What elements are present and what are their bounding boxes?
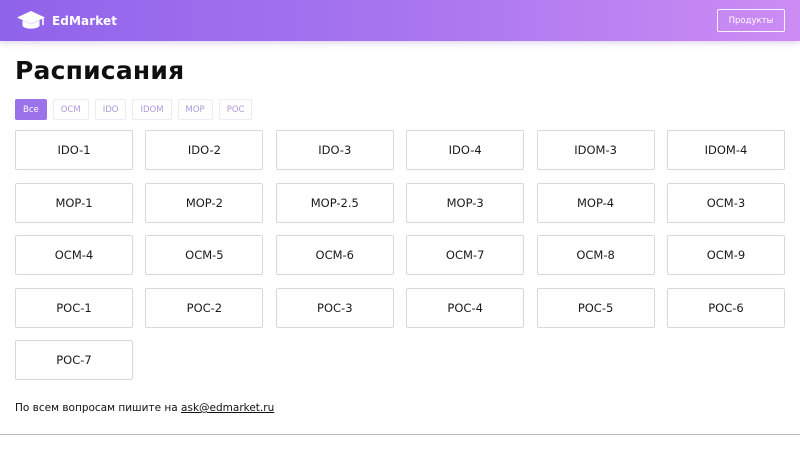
page-title: Расписания xyxy=(15,56,185,85)
schedule-card[interactable]: OCM-5 xyxy=(145,235,264,275)
schedule-card[interactable]: OCM-8 xyxy=(536,235,655,275)
schedule-card[interactable]: IDO-1 xyxy=(15,130,133,170)
filter-tab[interactable]: MOP xyxy=(177,99,213,120)
schedule-card[interactable]: IDO-3 xyxy=(275,130,394,170)
filter-tab[interactable]: OCM xyxy=(52,99,89,120)
filter-tab[interactable]: IDOM xyxy=(132,99,172,120)
contact-text: По всем вопросам пишите на ask@edmarket.… xyxy=(15,402,274,414)
logo-link[interactable]: EdMarket xyxy=(16,10,117,32)
schedule-card[interactable]: POC-1 xyxy=(15,287,133,328)
schedule-card[interactable]: MOP-3 xyxy=(406,182,525,223)
schedule-card[interactable]: OCM-7 xyxy=(406,235,525,275)
filter-tab[interactable]: Все xyxy=(15,99,47,120)
filter-tab[interactable]: POC xyxy=(218,99,253,120)
schedule-card[interactable]: OCM-4 xyxy=(15,235,133,275)
filter-tab[interactable]: IDO xyxy=(94,99,127,120)
schedule-card[interactable]: OCM-3 xyxy=(666,182,785,223)
schedule-card[interactable]: POC-4 xyxy=(406,287,525,328)
schedule-card[interactable]: IDOM-3 xyxy=(536,130,655,170)
schedule-card[interactable]: POC-6 xyxy=(666,287,785,328)
products-button[interactable]: Продукты xyxy=(717,9,785,32)
schedule-card[interactable]: POC-5 xyxy=(536,287,655,328)
schedule-card[interactable]: MOP-2 xyxy=(145,182,264,223)
schedule-card[interactable]: POC-2 xyxy=(145,287,264,328)
contact-label: По всем вопросам пишите на xyxy=(15,402,182,414)
logo-text: EdMarket xyxy=(52,14,118,28)
schedule-card[interactable]: IDOM-4 xyxy=(666,130,785,170)
filter-tabs: Все OCM IDO IDOM MOP POC xyxy=(15,99,253,120)
top-header: EdMarket Продукты xyxy=(0,0,800,41)
schedule-card[interactable]: MOP-2.5 xyxy=(275,182,394,223)
schedule-card[interactable]: MOP-1 xyxy=(15,182,133,223)
footer-divider xyxy=(0,434,800,435)
schedule-card[interactable]: IDO-2 xyxy=(145,130,264,170)
schedule-card[interactable]: IDO-4 xyxy=(406,130,525,170)
schedule-grid: IDO-1 IDO-2 IDO-3 IDO-4 IDOM-3 IDOM-4 MOP-1 MOP… xyxy=(15,130,785,380)
contact-email-link[interactable]: ask@edmarket.ru xyxy=(181,402,274,414)
schedule-card[interactable]: POC-3 xyxy=(275,287,394,328)
schedule-card[interactable]: POC-7 xyxy=(15,340,133,380)
schedule-card[interactable]: OCM-9 xyxy=(666,235,785,275)
graduation-cap-icon xyxy=(17,11,45,29)
schedule-card[interactable]: OCM-6 xyxy=(275,235,394,275)
schedule-card[interactable]: MOP-4 xyxy=(536,182,655,223)
